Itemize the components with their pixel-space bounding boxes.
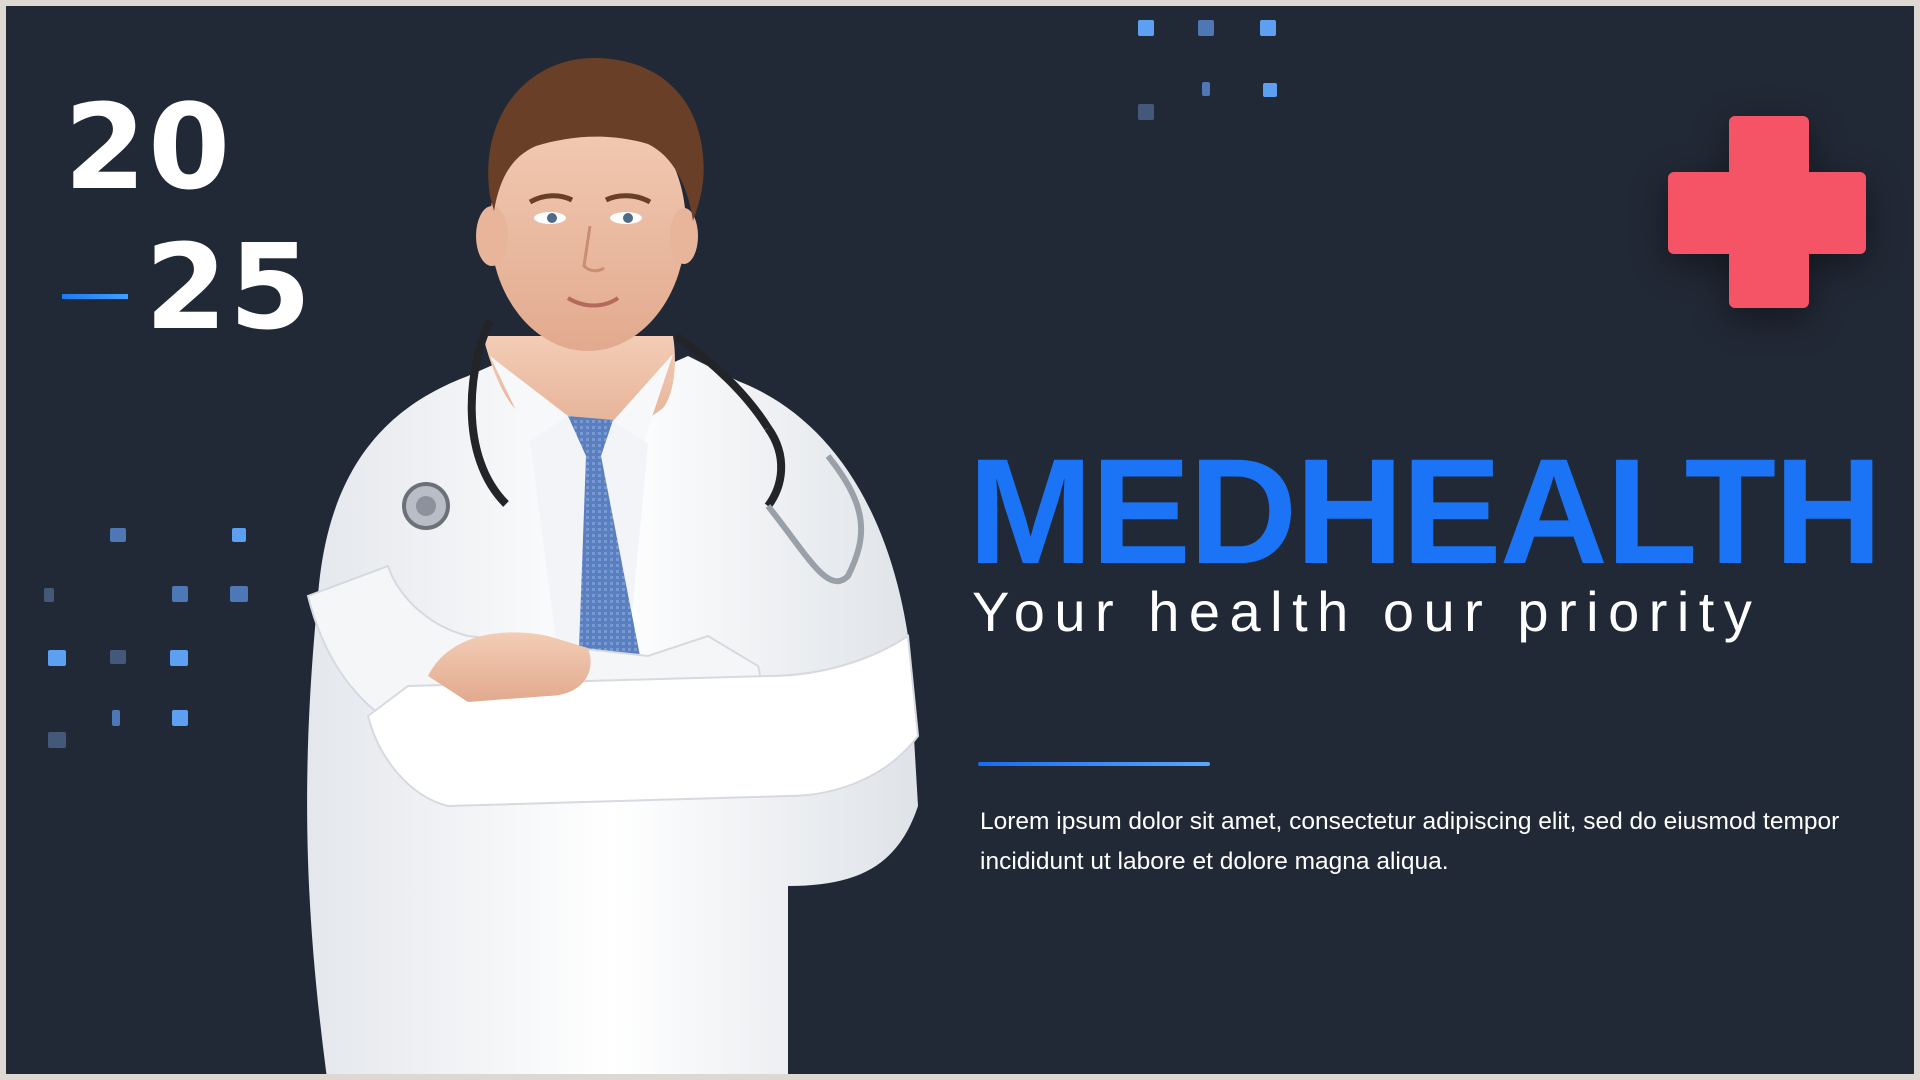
brand-title: MEDHEALTH [968, 427, 1882, 595]
tagline: Your health our priority [972, 580, 1762, 643]
decor-dot [232, 528, 246, 542]
decor-dot [172, 586, 188, 602]
decor-dot [170, 650, 188, 666]
decor-dot [110, 528, 126, 542]
decor-dot [1138, 104, 1154, 120]
decor-dot [1260, 20, 1276, 36]
divider-line [978, 762, 1210, 766]
decor-dot [172, 710, 188, 726]
slide: 20 25 MEDHEALTH Your health our priority… [6, 6, 1914, 1074]
decor-dot [44, 588, 54, 602]
decor-dot [110, 650, 126, 664]
year-dash [62, 294, 128, 299]
cross-horizontal-bar [1668, 172, 1866, 254]
decor-dot [1202, 82, 1210, 96]
decor-dot [1263, 83, 1277, 97]
doctor-photo [306, 57, 920, 1074]
decor-dot [1138, 20, 1154, 36]
medical-cross-icon [1668, 116, 1866, 314]
decor-dot [230, 586, 248, 602]
decor-dot [48, 732, 66, 748]
body-paragraph: Lorem ipsum dolor sit amet, consectetur … [980, 808, 1840, 875]
decor-dot [48, 650, 66, 666]
decor-dot [112, 710, 120, 726]
year-top: 20 [64, 78, 233, 216]
decor-dot [1198, 20, 1214, 36]
